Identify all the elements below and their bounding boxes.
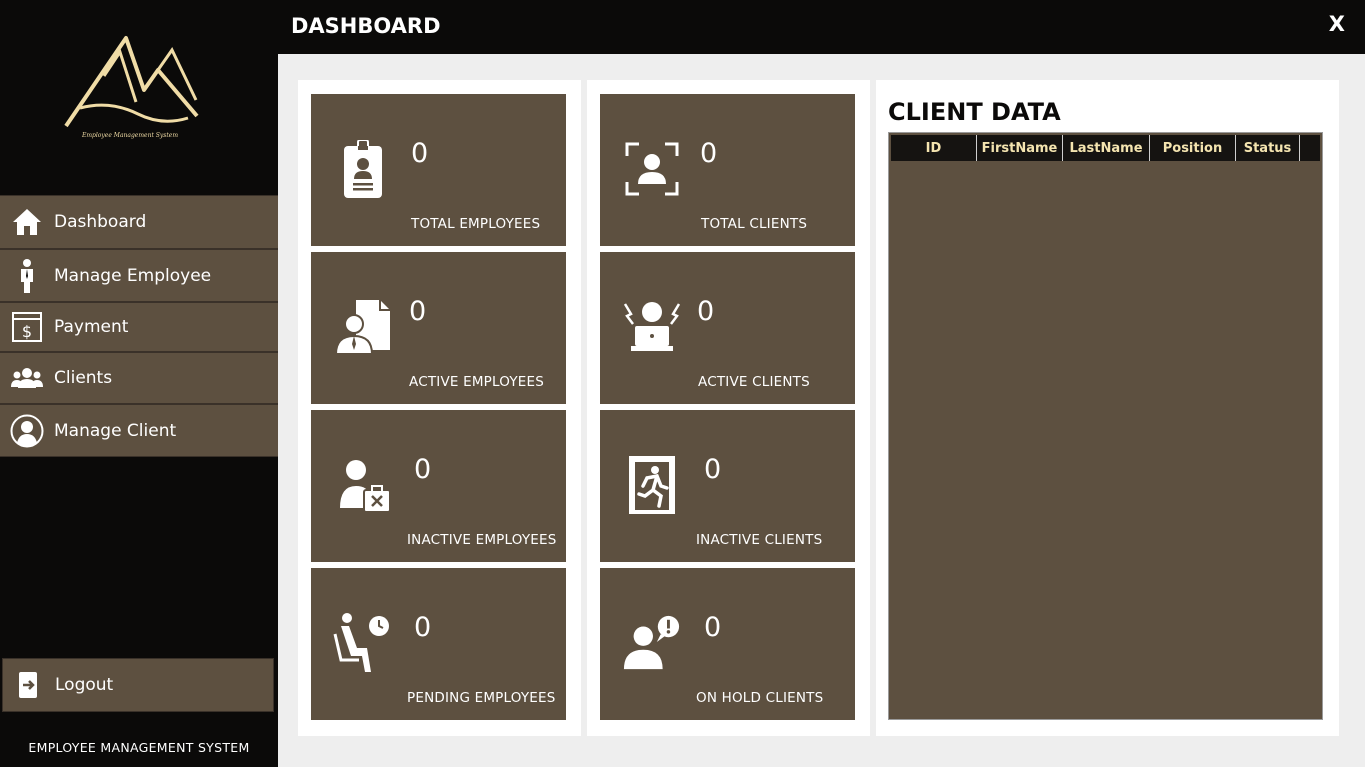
group-icon: [0, 353, 54, 403]
main-content: 0 TOTAL EMPLOYEES 0 ACTIVE EMPLOYEES 0 I…: [278, 54, 1365, 767]
card-value: 0: [414, 454, 432, 485]
client-stats-panel: 0 TOTAL CLIENTS 0 ACTIVE CLIENTS 0 INACT…: [587, 80, 870, 736]
sidebar-item-label: Manage Client: [54, 420, 177, 441]
sidebar: Employee Management System Dashboard Man…: [0, 0, 278, 767]
table-header-row: ID FirstName LastName Position Status: [891, 135, 1320, 161]
column-header-id[interactable]: ID: [891, 135, 977, 161]
logout-icon: [3, 671, 55, 699]
waiting-seat-clock-icon: [333, 608, 393, 678]
id-badge-icon: [333, 134, 393, 204]
card-label: TOTAL CLIENTS: [701, 216, 808, 232]
person-tie-icon: [0, 250, 54, 301]
card-total-clients[interactable]: 0 TOTAL CLIENTS: [600, 94, 855, 246]
client-data-panel: CLIENT DATA ID FirstName LastName Positi…: [876, 80, 1339, 736]
card-value: 0: [704, 454, 722, 485]
card-value: 0: [704, 612, 722, 643]
user-circle-icon: [0, 405, 54, 456]
header-bar: DASHBOARD X: [278, 0, 1365, 54]
card-inactive-employees[interactable]: 0 INACTIVE EMPLOYEES: [311, 410, 566, 562]
card-on-hold-clients[interactable]: 0 ON HOLD CLIENTS: [600, 568, 855, 720]
sidebar-item-label: Payment: [54, 317, 129, 337]
client-data-title: CLIENT DATA: [888, 98, 1061, 126]
client-data-table[interactable]: ID FirstName LastName Position Status: [888, 132, 1323, 720]
dollar-bill-icon: $: [0, 303, 54, 351]
card-value: 0: [411, 138, 429, 169]
svg-text:$: $: [22, 322, 32, 341]
close-button[interactable]: X: [1329, 12, 1345, 36]
user-laptop-icon: [622, 292, 682, 362]
card-label: TOTAL EMPLOYEES: [411, 216, 541, 232]
user-alert-icon: [622, 608, 682, 678]
card-pending-employees[interactable]: 0 PENDING EMPLOYEES: [311, 568, 566, 720]
home-icon: [0, 196, 54, 248]
employee-stats-panel: 0 TOTAL EMPLOYEES 0 ACTIVE EMPLOYEES 0 I…: [298, 80, 581, 736]
card-value: 0: [409, 296, 427, 327]
page-title: DASHBOARD: [291, 14, 441, 38]
sidebar-item-manage-employee[interactable]: Manage Employee: [0, 249, 278, 302]
card-value: 0: [700, 138, 718, 169]
sidebar-item-manage-client[interactable]: Manage Client: [0, 404, 278, 457]
logo-caption: Employee Management System: [81, 132, 179, 139]
card-label: INACTIVE CLIENTS: [696, 532, 823, 548]
employee-document-icon: [333, 292, 393, 362]
mountain-logo-icon: [60, 30, 205, 145]
sidebar-item-label: Manage Employee: [54, 265, 212, 286]
employee-briefcase-x-icon: [333, 450, 393, 520]
card-total-employees[interactable]: 0 TOTAL EMPLOYEES: [311, 94, 566, 246]
card-label: ON HOLD CLIENTS: [696, 690, 824, 706]
card-value: 0: [697, 296, 715, 327]
logout-button[interactable]: Logout: [2, 658, 274, 712]
column-header-status[interactable]: Status: [1236, 135, 1300, 161]
card-active-clients[interactable]: 0 ACTIVE CLIENTS: [600, 252, 855, 404]
sidebar-item-payment[interactable]: $ Payment: [0, 302, 278, 352]
card-value: 0: [414, 612, 432, 643]
app-window: Employee Management System Dashboard Man…: [0, 0, 1365, 767]
column-header-lastname[interactable]: LastName: [1063, 135, 1150, 161]
card-label: ACTIVE CLIENTS: [698, 374, 810, 390]
card-inactive-clients[interactable]: 0 INACTIVE CLIENTS: [600, 410, 855, 562]
column-header-position[interactable]: Position: [1150, 135, 1236, 161]
card-label: ACTIVE EMPLOYEES: [409, 374, 545, 390]
sidebar-item-label: Clients: [54, 368, 113, 388]
footer-app-name: EMPLOYEE MANAGEMENT SYSTEM: [28, 740, 250, 755]
sidebar-item-label: Dashboard: [54, 212, 147, 232]
user-focus-icon: [622, 134, 682, 204]
column-header-firstname[interactable]: FirstName: [977, 135, 1063, 161]
card-label: PENDING EMPLOYEES: [407, 690, 556, 706]
card-label: INACTIVE EMPLOYEES: [407, 532, 557, 548]
logout-label: Logout: [55, 675, 114, 695]
sidebar-item-dashboard[interactable]: Dashboard: [0, 195, 278, 249]
exit-door-icon: [622, 450, 682, 520]
sidebar-item-clients[interactable]: Clients: [0, 352, 278, 404]
card-active-employees[interactable]: 0 ACTIVE EMPLOYEES: [311, 252, 566, 404]
